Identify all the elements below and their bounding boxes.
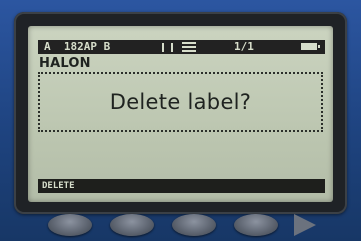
right-arrow-icon[interactable]	[294, 214, 316, 236]
softkey-button-2[interactable]	[110, 214, 154, 236]
softkey-button-3[interactable]	[172, 214, 216, 236]
confirm-dialog: Delete label?	[38, 72, 323, 132]
battery-icon	[301, 43, 320, 50]
label-name: HALON	[39, 56, 91, 71]
hardware-buttons	[0, 206, 361, 241]
softkey-bar: DELETE	[38, 179, 325, 193]
label-layout-indicator: A 182AP B	[44, 40, 111, 53]
lcd-screen: A 182AP B 1/1 HALON Delete label? DELETE	[28, 26, 333, 202]
line-spacing-icon	[182, 42, 196, 52]
status-bar: A 182AP B 1/1	[38, 40, 325, 54]
text-align-icon	[162, 40, 173, 54]
softkey-delete-label: DELETE	[42, 181, 75, 191]
confirm-prompt: Delete label?	[109, 90, 252, 114]
softkey-button-1[interactable]	[48, 214, 92, 236]
softkey-button-4[interactable]	[234, 214, 278, 236]
page-indicator: 1/1	[234, 40, 254, 53]
